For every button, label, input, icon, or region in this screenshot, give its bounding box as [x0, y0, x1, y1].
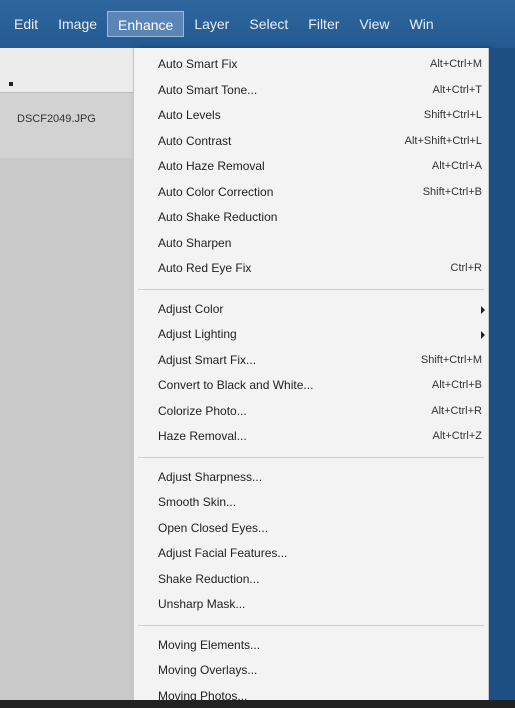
menu-group-auto: Auto Smart Fix Alt+Ctrl+M Auto Smart Ton…: [134, 52, 488, 282]
menu-item-label: Auto Color Correction: [158, 184, 274, 199]
menu-item-shortcut: Shift+Ctrl+B: [422, 185, 482, 198]
menu-item[interactable]: Unsharp Mask...: [134, 592, 488, 618]
menu-item[interactable]: Auto Smart Tone... Alt+Ctrl+T: [134, 78, 488, 104]
menu-item-label: Moving Overlays...: [158, 663, 258, 677]
photo-bin-header: [0, 48, 133, 93]
menu-item-label: Moving Elements...: [158, 637, 261, 652]
menu-item[interactable]: Adjust Smart Fix... Shift+Ctrl+M: [134, 348, 488, 374]
menu-group-guided: Adjust Sharpness... Smooth Skin... Open …: [134, 465, 488, 618]
menu-item-label: Adjust Color: [158, 301, 224, 316]
menu-item-label: Open Closed Eyes...: [158, 520, 269, 535]
menu-item-label: Adjust Sharpness...: [158, 469, 263, 484]
bullet-icon: [9, 82, 13, 86]
menu-item-label: Auto Levels: [158, 108, 221, 122]
menu-window[interactable]: Win: [400, 11, 444, 37]
menu-item-submenu[interactable]: Adjust Color: [134, 297, 488, 323]
menu-item-shortcut: Shift+Ctrl+M: [420, 353, 482, 366]
menu-edit[interactable]: Edit: [0, 11, 48, 37]
menu-item-label: Shake Reduction...: [158, 571, 260, 586]
menu-item[interactable]: Adjust Facial Features...: [134, 541, 488, 567]
menu-item-label: Auto Sharpen: [158, 235, 232, 250]
menu-item-submenu[interactable]: Adjust Lighting: [134, 322, 488, 348]
menu-item[interactable]: Shake Reduction...: [134, 567, 488, 593]
menu-item[interactable]: Colorize Photo... Alt+Ctrl+R: [134, 399, 488, 425]
screen: Edit Image Enhance Layer Select Filter V…: [0, 0, 515, 708]
menu-item[interactable]: Open Closed Eyes...: [134, 516, 488, 542]
menu-image[interactable]: Image: [48, 11, 107, 37]
menu-item[interactable]: Auto Red Eye Fix Ctrl+R: [134, 256, 488, 282]
menu-item-label: Adjust Facial Features...: [158, 546, 288, 560]
menu-item-label: Auto Smart Tone...: [158, 82, 258, 97]
menu-item-label: Auto Shake Reduction: [158, 210, 278, 224]
menu-item[interactable]: Auto Shake Reduction: [134, 205, 488, 231]
menu-item[interactable]: Smooth Skin...: [134, 490, 488, 516]
photo-bin-panel: DSCF2049.JPG: [0, 48, 133, 708]
menu-view[interactable]: View: [349, 11, 399, 37]
menu-item-shortcut: Alt+Ctrl+B: [431, 379, 482, 391]
menu-item-shortcut: Shift+Ctrl+L: [423, 109, 482, 121]
menu-filter[interactable]: Filter: [298, 11, 349, 37]
menu-separator: [138, 624, 484, 626]
menu-item-shortcut: Ctrl+R: [450, 262, 482, 274]
enhance-dropdown-menu: Auto Smart Fix Alt+Ctrl+M Auto Smart Ton…: [133, 48, 489, 708]
menu-item-shortcut: Alt+Ctrl+Z: [432, 430, 482, 442]
photo-filename[interactable]: DSCF2049.JPG: [17, 113, 96, 125]
menu-item-label: Auto Smart Fix: [158, 57, 238, 71]
menu-item[interactable]: Auto Contrast Alt+Shift+Ctrl+L: [134, 129, 488, 155]
menu-item[interactable]: Auto Haze Removal Alt+Ctrl+A: [134, 154, 488, 180]
menu-item-label: Adjust Smart Fix...: [158, 352, 257, 367]
menu-item-label: Auto Red Eye Fix: [158, 261, 252, 275]
menu-item[interactable]: Auto Color Correction Shift+Ctrl+B: [134, 180, 488, 206]
menu-select[interactable]: Select: [239, 11, 298, 37]
menu-item-label: Convert to Black and White...: [158, 378, 314, 392]
menu-item[interactable]: Auto Sharpen: [134, 231, 488, 257]
submenu-arrow-icon: [481, 331, 485, 339]
menu-enhance[interactable]: Enhance: [107, 11, 185, 37]
menu-group-adjust: Adjust Color Adjust Lighting Adjust Smar…: [134, 297, 488, 450]
menu-item-label: Adjust Lighting: [158, 327, 237, 341]
menu-bar: Edit Image Enhance Layer Select Filter V…: [0, 0, 515, 48]
menu-separator: [138, 288, 484, 290]
menu-item-shortcut: Alt+Ctrl+R: [431, 404, 482, 417]
menu-separator: [138, 456, 484, 458]
menu-item-shortcut: Alt+Shift+Ctrl+L: [404, 134, 482, 147]
menu-item-shortcut: Alt+Ctrl+T: [432, 83, 482, 96]
menu-item-label: Colorize Photo...: [158, 403, 247, 418]
menu-item-label: Auto Contrast: [158, 133, 232, 148]
taskbar-edge: [0, 700, 515, 708]
menu-item[interactable]: Moving Elements...: [134, 633, 488, 659]
menu-item-label: Unsharp Mask...: [158, 597, 246, 611]
menu-item[interactable]: Convert to Black and White... Alt+Ctrl+B: [134, 373, 488, 399]
menu-item-shortcut: Alt+Ctrl+M: [430, 58, 482, 70]
menu-item[interactable]: Auto Levels Shift+Ctrl+L: [134, 103, 488, 129]
workspace-background: [489, 48, 515, 708]
menu-item[interactable]: Auto Smart Fix Alt+Ctrl+M: [134, 52, 488, 78]
menu-item-label: Smooth Skin...: [158, 495, 237, 509]
menu-item-shortcut: Alt+Ctrl+A: [431, 160, 482, 172]
submenu-arrow-icon: [481, 305, 485, 314]
menu-item[interactable]: Adjust Sharpness...: [134, 465, 488, 491]
menu-item-label: Auto Haze Removal: [158, 159, 265, 173]
menu-item[interactable]: Moving Overlays...: [134, 658, 488, 684]
menu-group-moving: Moving Elements... Moving Overlays... Mo…: [134, 633, 488, 708]
menu-layer[interactable]: Layer: [184, 11, 239, 37]
panel-background: [0, 158, 133, 708]
menu-item-label: Haze Removal...: [158, 429, 247, 443]
menu-item[interactable]: Haze Removal... Alt+Ctrl+Z: [134, 424, 488, 450]
